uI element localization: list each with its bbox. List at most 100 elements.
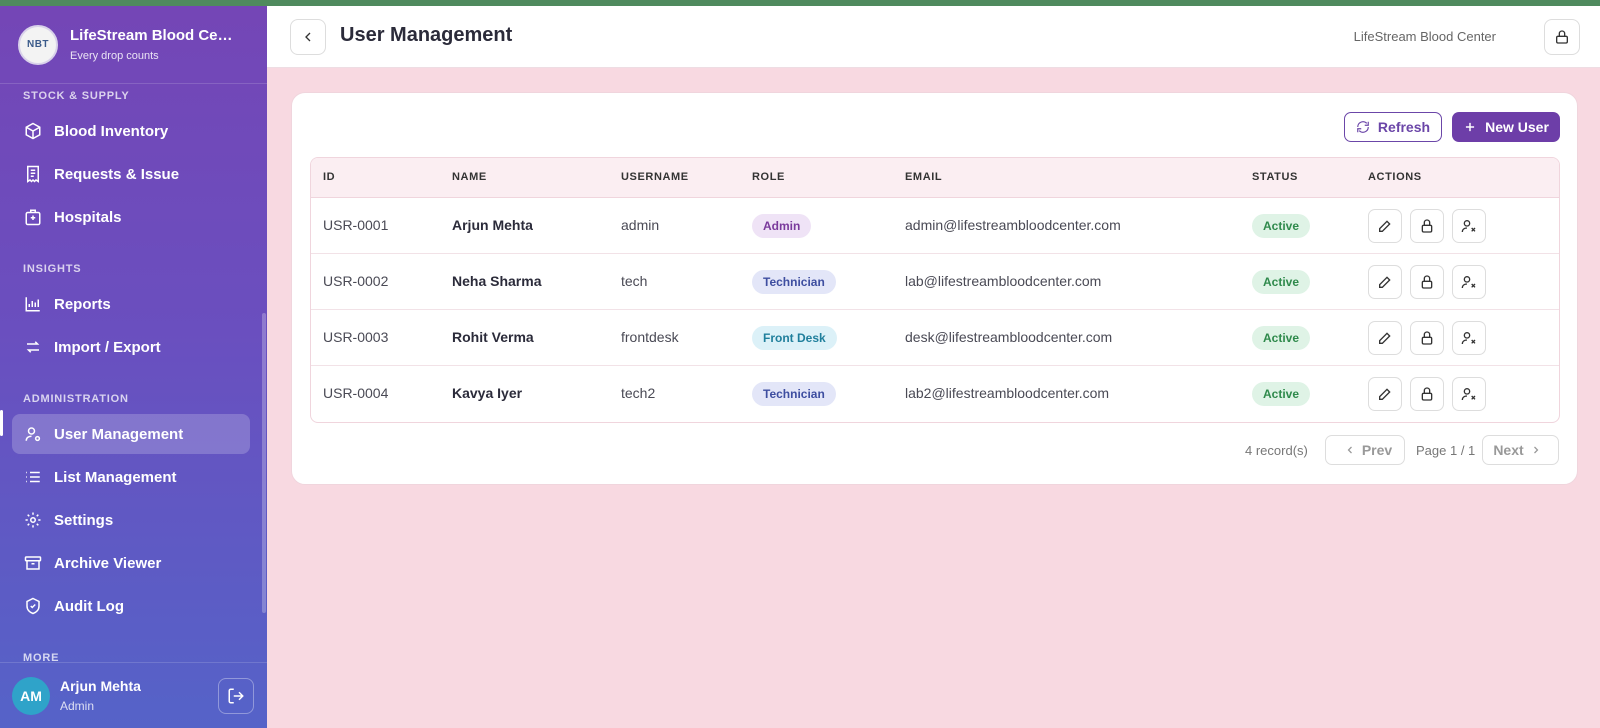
refresh-button[interactable]: Refresh (1344, 112, 1442, 142)
lock-user-button[interactable] (1410, 265, 1444, 299)
record-count: 4 record(s) (1245, 443, 1308, 458)
table-row: USR-0004 Kavya Iyer tech2 Technician lab… (311, 366, 1559, 422)
cell-email: desk@lifestreambloodcenter.com (905, 329, 1113, 345)
edit-button[interactable] (1368, 377, 1402, 411)
col-status: STATUS (1252, 171, 1298, 183)
logout-button[interactable] (218, 677, 254, 714)
refresh-icon (1357, 121, 1369, 133)
remove-user-button[interactable] (1452, 377, 1486, 411)
col-name: NAME (452, 171, 487, 183)
prev-page-button[interactable]: Prev (1325, 435, 1405, 465)
section-label-administration: ADMINISTRATION (23, 393, 129, 405)
hospital-icon (25, 209, 41, 226)
user-cog-icon (25, 427, 41, 442)
sidebar-item-label: List Management (54, 468, 177, 486)
status-badge: Active (1252, 382, 1311, 406)
page-indicator: Page 1 / 1 (1416, 443, 1476, 458)
cell-username: tech (621, 273, 648, 289)
gear-icon (25, 512, 41, 528)
sidebar-nav: STOCK & SUPPLY Blood Inventory Requests … (0, 84, 262, 664)
sidebar-item-audit-log[interactable]: Audit Log (12, 586, 250, 626)
cell-id: USR-0003 (323, 329, 389, 345)
refresh-label: Refresh (1377, 119, 1431, 135)
cell-id: USR-0004 (323, 385, 389, 401)
sidebar-item-hospitals[interactable]: Hospitals (12, 197, 250, 237)
user-role: Admin (60, 699, 95, 713)
next-label: Next (1493, 442, 1524, 458)
brand-title: LifeStream Blood Center (70, 27, 240, 44)
pencil-icon (1379, 332, 1391, 344)
sidebar-scrollbar[interactable] (262, 313, 266, 613)
cell-username: admin (621, 217, 660, 233)
back-button[interactable] (290, 19, 326, 55)
remove-user-button[interactable] (1452, 209, 1486, 243)
edit-button[interactable] (1368, 321, 1402, 355)
page-header: User Management LifeStream Blood Center (267, 6, 1600, 68)
cell-username: frontdesk (621, 329, 679, 345)
plus-icon (1466, 122, 1475, 132)
logout-icon (228, 688, 244, 703)
lock-button[interactable] (1544, 19, 1580, 55)
lock-user-button[interactable] (1410, 209, 1444, 243)
package-icon (25, 122, 41, 140)
pencil-icon (1379, 220, 1391, 232)
remove-user-button[interactable] (1452, 265, 1486, 299)
sidebar-item-user-management[interactable]: User Management (12, 414, 250, 454)
chevron-left-icon (305, 32, 311, 42)
next-page-button[interactable]: Next (1482, 435, 1559, 465)
org-name: LifeStream Blood Center (1353, 29, 1496, 44)
arrows-exchange-icon (26, 341, 40, 353)
new-user-label: New User (1485, 119, 1549, 135)
user-name: Arjun Mehta (60, 678, 141, 694)
status-badge: Active (1252, 326, 1311, 350)
sidebar-item-label: Reports (54, 295, 111, 313)
lock-icon (1421, 331, 1433, 345)
new-user-button[interactable]: New User (1452, 112, 1560, 142)
sidebar-item-label: Blood Inventory (54, 122, 169, 140)
role-badge: Technician (752, 382, 836, 406)
sidebar-item-reports[interactable]: Reports (12, 284, 250, 324)
brand-logo: NBT (18, 24, 58, 65)
prev-label: Prev (1361, 442, 1393, 458)
pencil-icon (1379, 388, 1391, 400)
cell-email: lab@lifestreambloodcenter.com (905, 273, 1102, 289)
table-row: USR-0003 Rohit Verma frontdesk Front Des… (311, 310, 1559, 366)
cell-username: tech2 (621, 385, 656, 401)
sidebar-item-label: Hospitals (54, 208, 122, 226)
col-actions: ACTIONS (1368, 171, 1422, 183)
sidebar-item-label: Import / Export (54, 338, 161, 356)
lock-user-button[interactable] (1410, 321, 1444, 355)
page-title: User Management (340, 24, 513, 46)
sidebar-item-label: Audit Log (54, 597, 124, 615)
lock-icon (1421, 219, 1433, 233)
bar-chart-icon (25, 297, 40, 312)
lock-user-button[interactable] (1410, 377, 1444, 411)
sidebar-item-settings[interactable]: Settings (12, 500, 250, 540)
user-x-icon (1461, 388, 1476, 401)
table-row: USR-0001 Arjun Mehta admin Admin admin@l… (311, 198, 1559, 254)
sidebar: NBT LifeStream Blood Center Every drop c… (0, 6, 267, 728)
sidebar-item-import-export[interactable]: Import / Export (12, 327, 250, 367)
sidebar-item-blood-inventory[interactable]: Blood Inventory (12, 111, 250, 151)
list-icon (26, 471, 40, 483)
remove-user-button[interactable] (1452, 321, 1486, 355)
role-badge: Front Desk (752, 326, 837, 350)
edit-button[interactable] (1368, 265, 1402, 299)
users-table: ID NAME USERNAME ROLE EMAIL STATUS ACTIO… (310, 157, 1560, 423)
sidebar-item-list-management[interactable]: List Management (12, 457, 250, 497)
shield-check-icon (26, 597, 40, 615)
col-id: ID (323, 171, 336, 183)
chevron-left-icon (1347, 446, 1352, 454)
sidebar-item-requests[interactable]: Requests & Issue (12, 154, 250, 194)
lock-icon (1421, 275, 1433, 289)
table-header: ID NAME USERNAME ROLE EMAIL STATUS ACTIO… (311, 158, 1559, 198)
sidebar-item-archive-viewer[interactable]: Archive Viewer (12, 543, 250, 583)
role-badge: Technician (752, 270, 836, 294)
brand: NBT LifeStream Blood Center Every drop c… (0, 6, 267, 84)
user-x-icon (1461, 332, 1476, 345)
col-username: USERNAME (621, 171, 689, 183)
edit-button[interactable] (1368, 209, 1402, 243)
cell-name: Kavya Iyer (452, 385, 523, 401)
receipt-icon (27, 165, 39, 183)
cell-name: Neha Sharma (452, 273, 542, 289)
